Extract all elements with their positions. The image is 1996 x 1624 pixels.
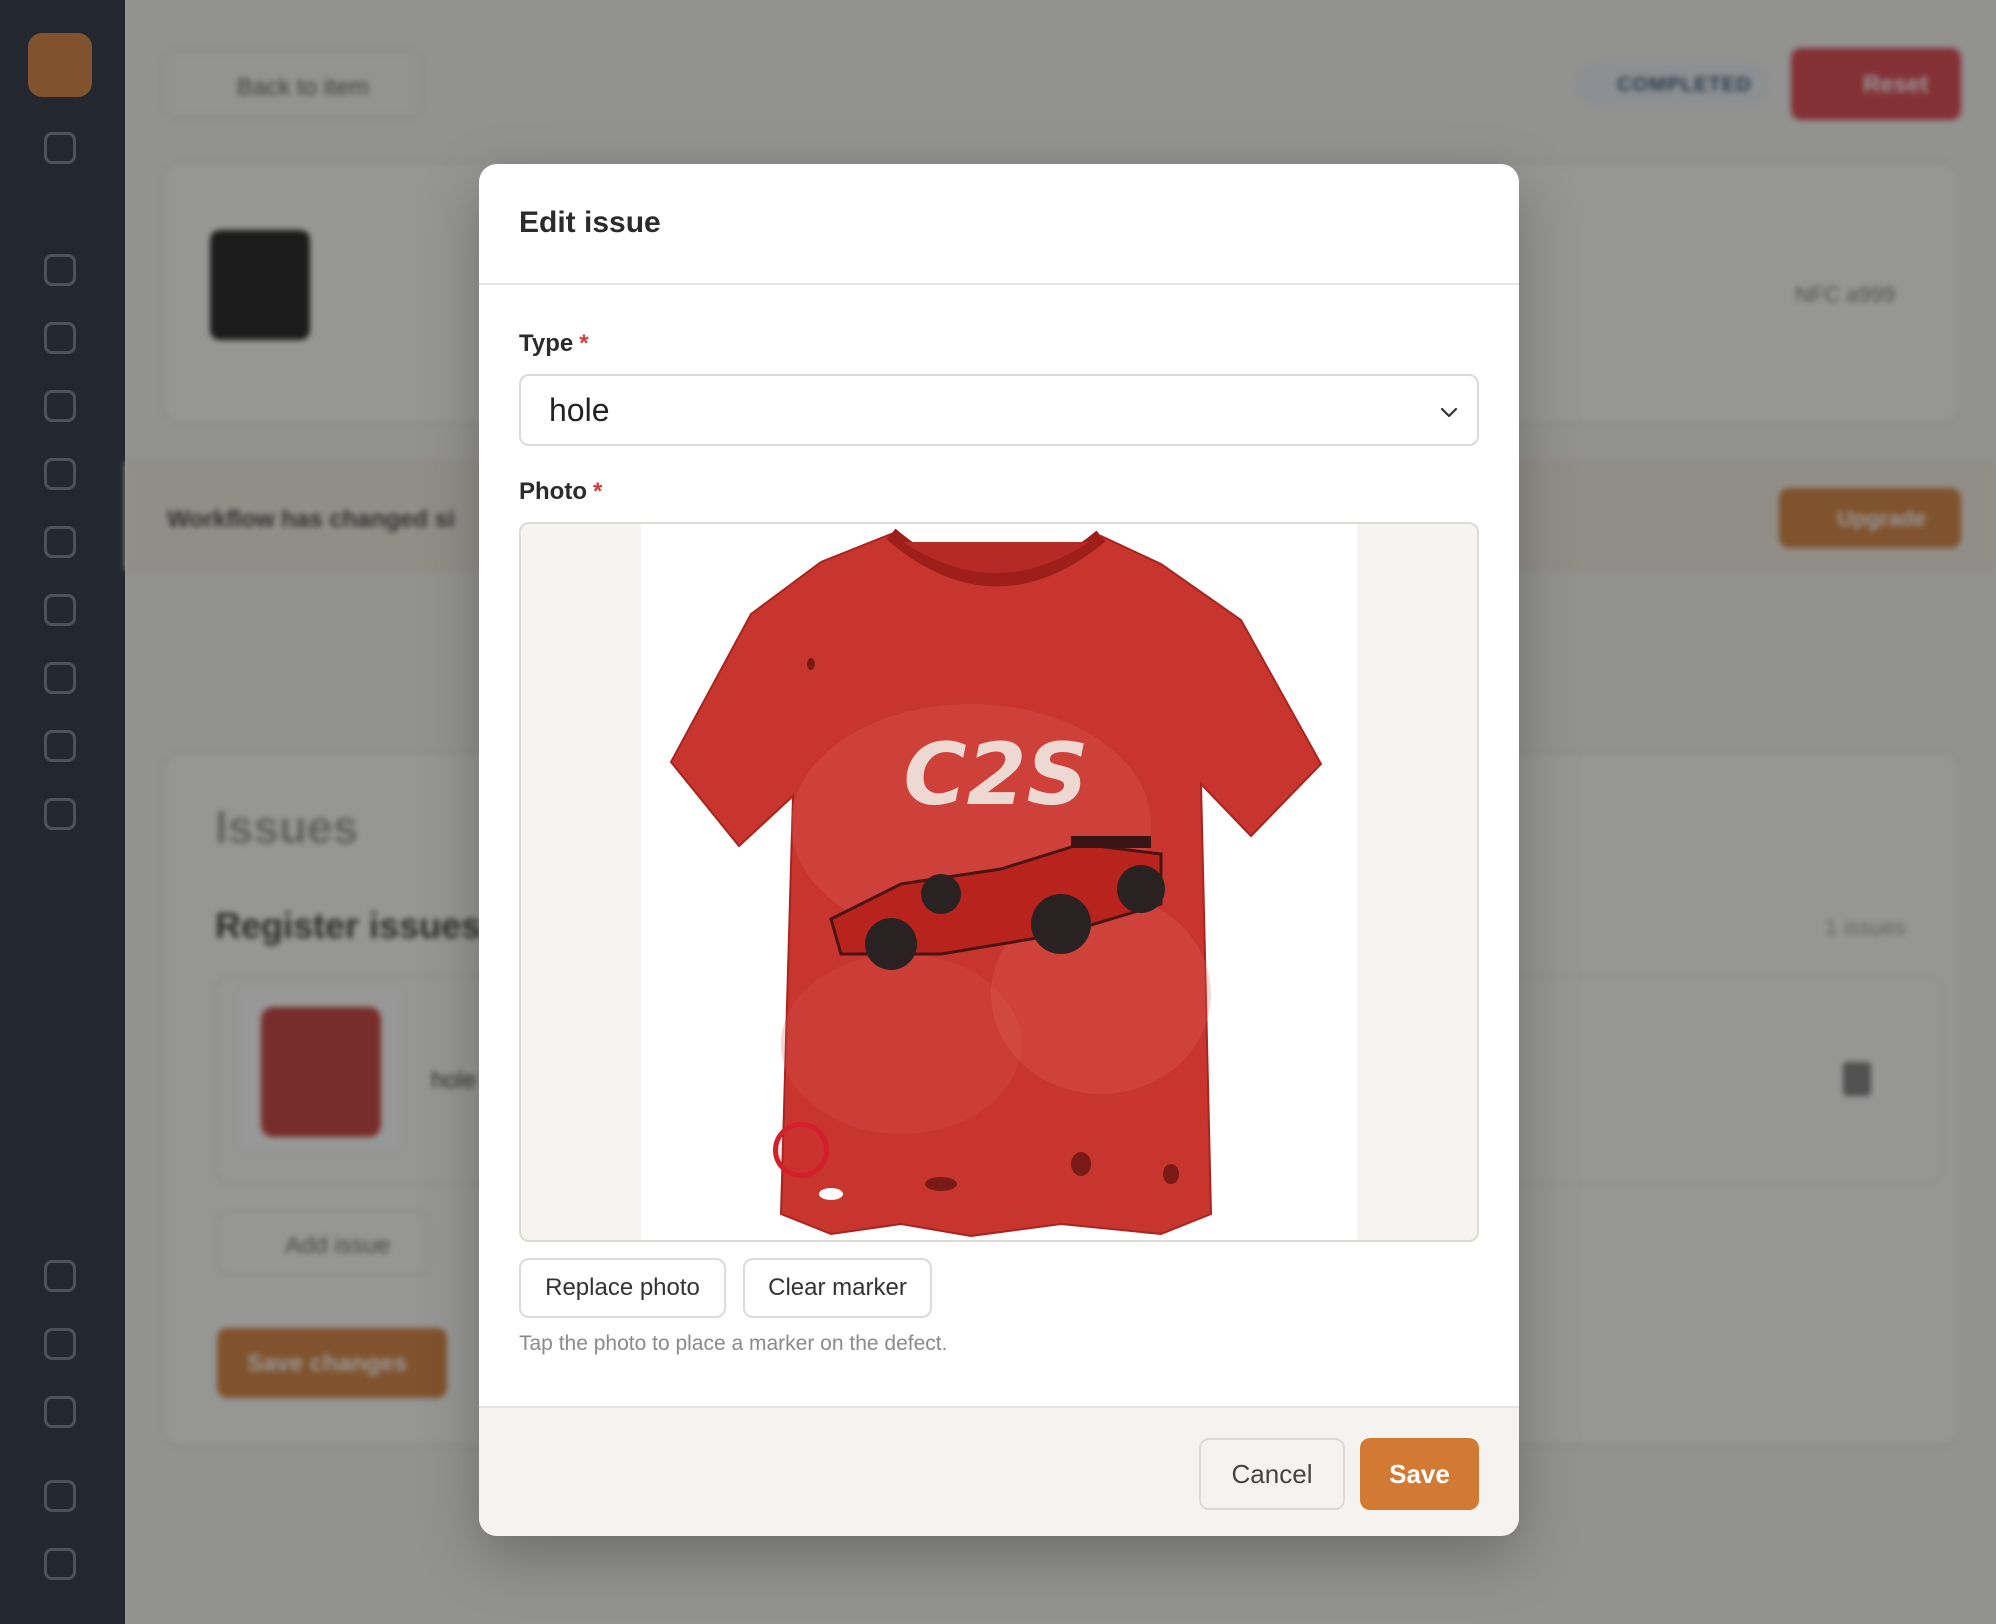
tshirt-image: C2S — [669, 528, 1323, 1238]
required-marker: * — [592, 478, 603, 505]
defect-photo[interactable]: C2S — [641, 524, 1357, 1240]
chevron-down-icon — [1440, 407, 1458, 418]
save-button[interactable]: Save — [1360, 1438, 1479, 1510]
cancel-button[interactable]: Cancel — [1199, 1438, 1345, 1510]
required-marker: * — [579, 330, 589, 357]
modal-title: Edit issue — [519, 206, 661, 239]
shirt-logo-text: C2S — [904, 725, 1089, 825]
modal-footer: Cancel Save — [479, 1406, 1519, 1536]
photo-label: Photo * — [519, 478, 603, 505]
replace-photo-button[interactable]: Replace photo — [519, 1258, 726, 1318]
defect-marker[interactable] — [773, 1122, 829, 1178]
clear-marker-button[interactable]: Clear marker — [743, 1258, 932, 1318]
type-label: Type * — [519, 330, 589, 357]
type-select[interactable]: hole — [519, 374, 1479, 446]
type-select-value: hole — [549, 391, 610, 428]
edit-issue-modal: Edit issue Type * hole Photo * C2S Repla… — [479, 164, 1519, 1536]
photo-canvas[interactable]: C2S — [519, 522, 1479, 1242]
modal-header: Edit issue — [479, 164, 1519, 285]
photo-hint: Tap the photo to place a marker on the d… — [519, 1332, 948, 1355]
